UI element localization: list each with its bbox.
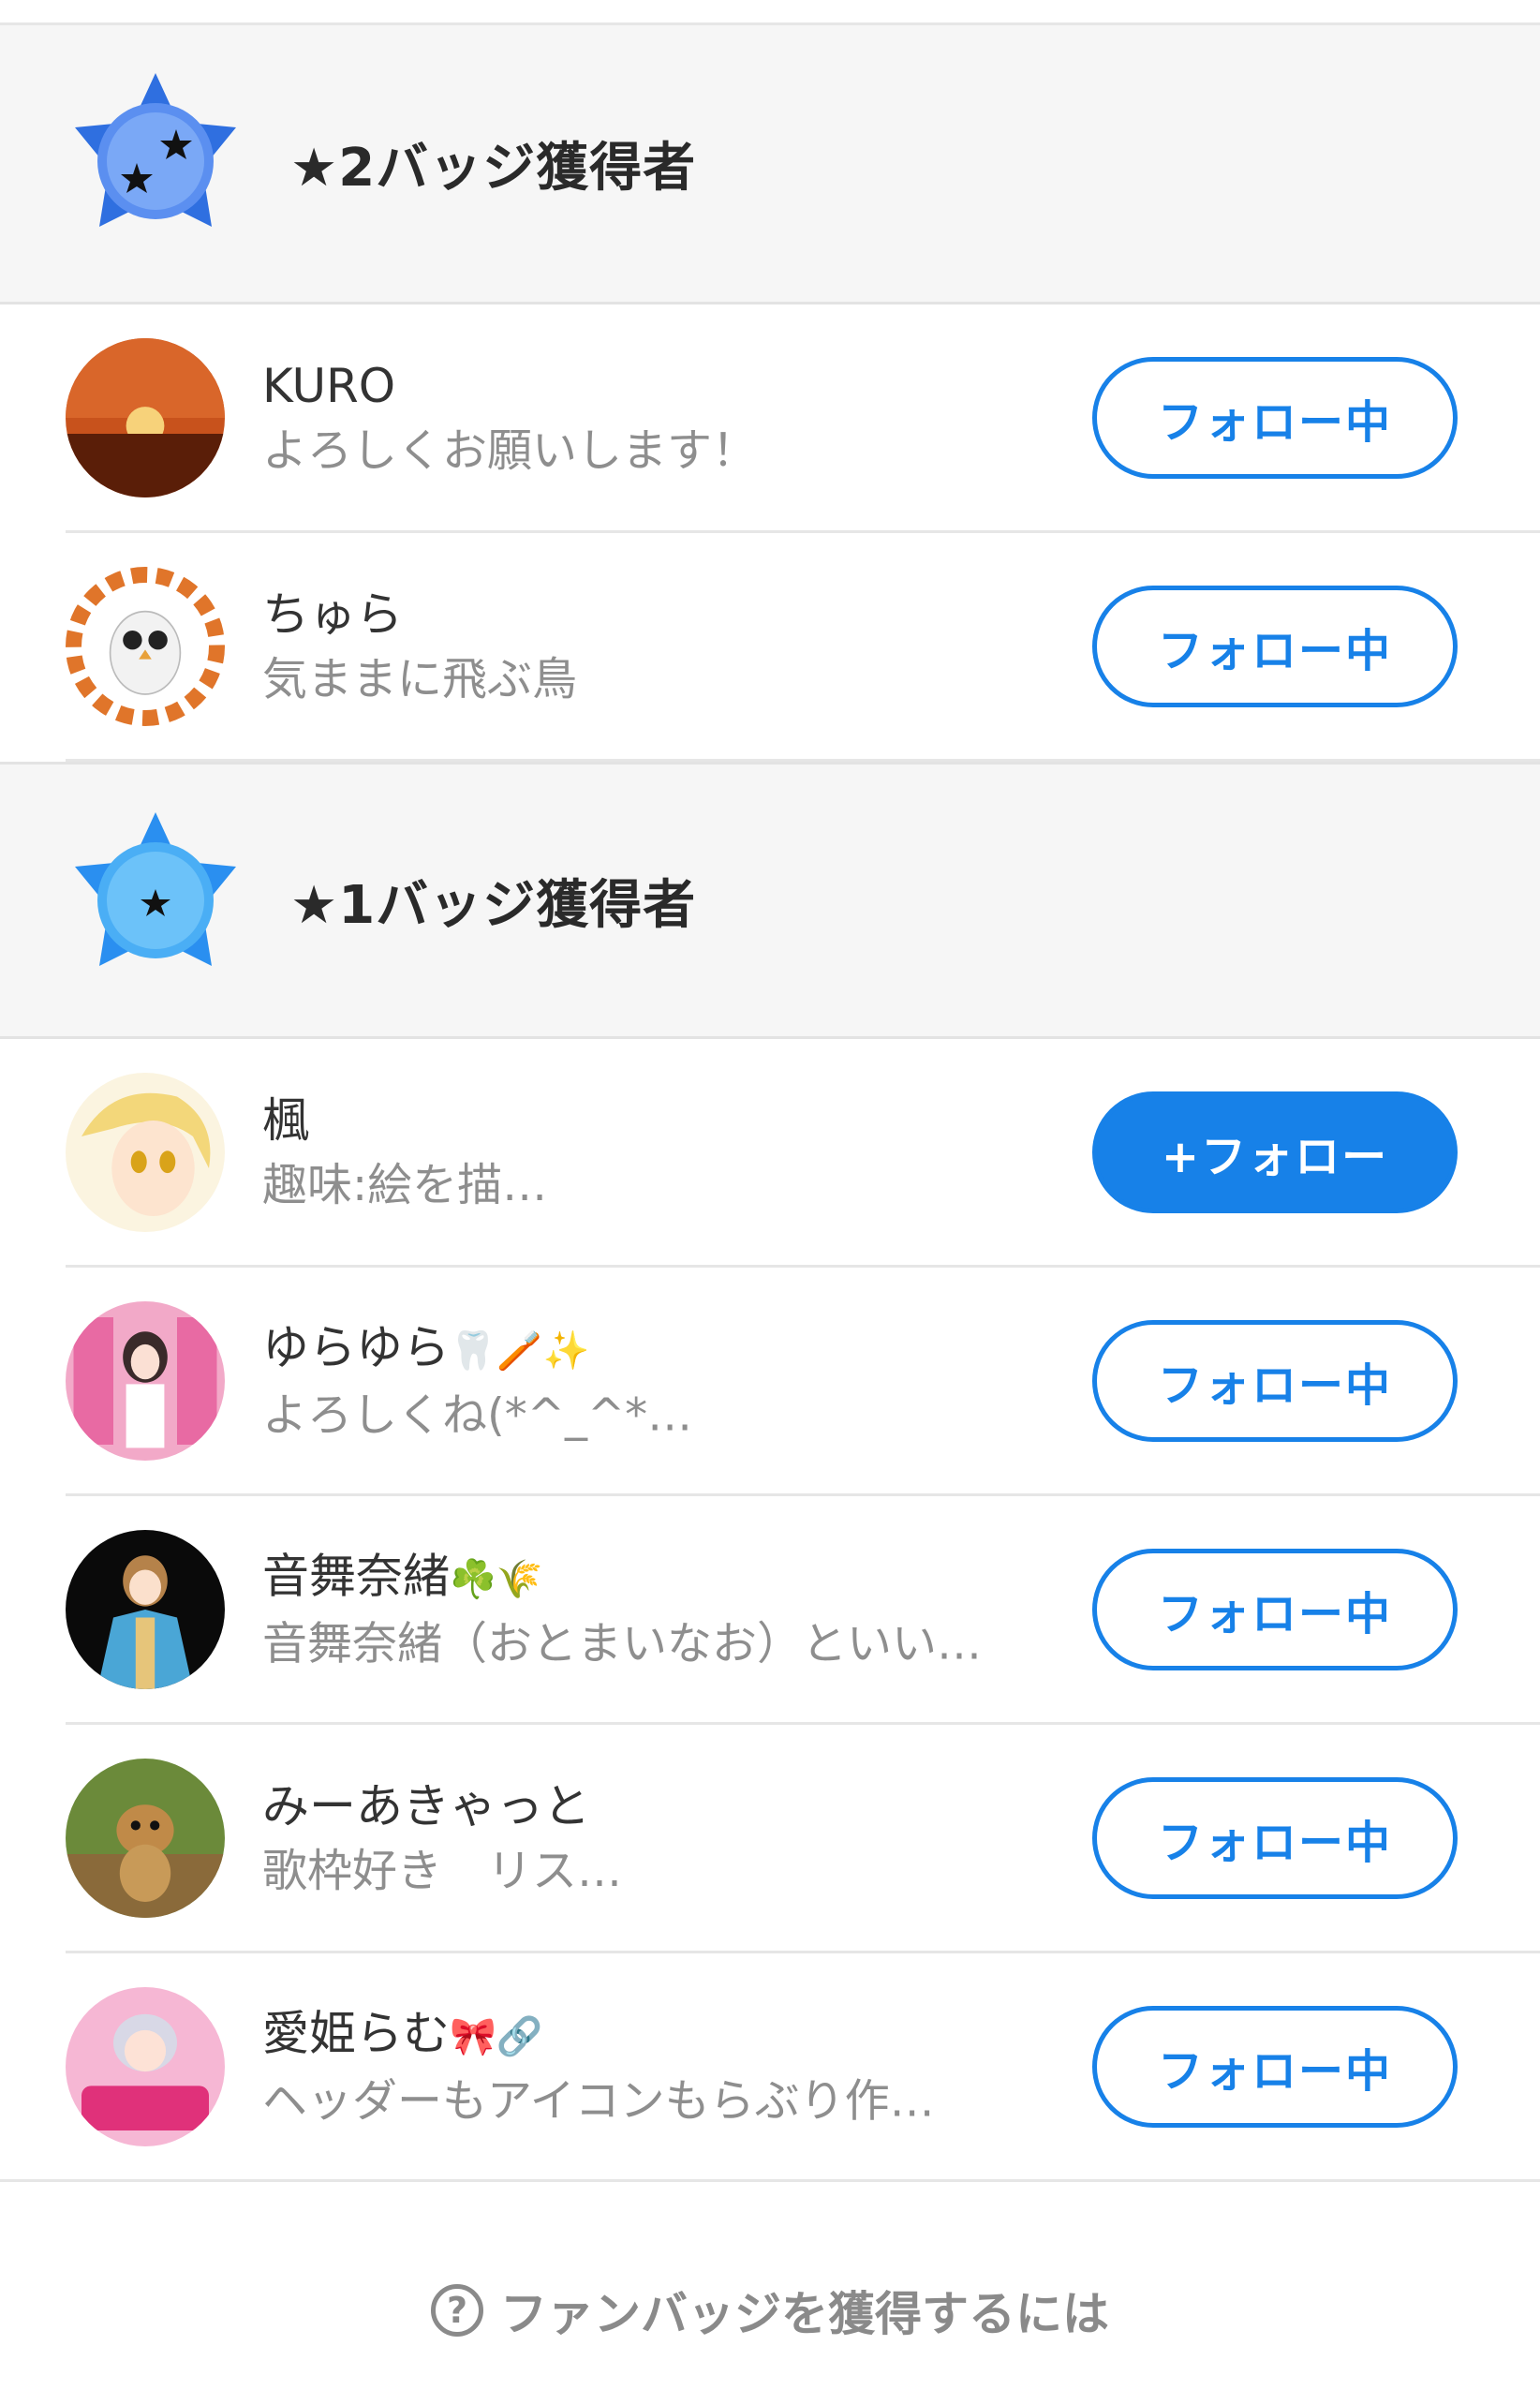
user-avatar[interactable]: [66, 1300, 225, 1461]
user-row[interactable]: 愛姫らむ🎀🔗 ヘッダーもアイコンもらぶり作… フォロー中: [0, 1953, 1540, 2182]
user-avatar[interactable]: [66, 1986, 225, 2146]
user-avatar[interactable]: [66, 1072, 225, 1232]
name-emoji: 🎀🔗: [450, 2014, 543, 2058]
badge-section-header-2star: ★2バッジ獲得者: [0, 25, 1540, 304]
user-bio: 音舞奈緒（おとまいなお）といい…: [262, 1617, 983, 1670]
user-name: 愛姫らむ: [262, 2005, 450, 2060]
user-avatar[interactable]: [66, 1758, 225, 1918]
name-emoji: ☘️🌾: [450, 1557, 543, 1601]
question-circle-icon: ?: [431, 2284, 483, 2337]
top-divider: [0, 0, 1540, 25]
following-button[interactable]: フォロー中: [1092, 356, 1458, 479]
user-name: みーあきゃっと: [262, 1778, 590, 1833]
user-name: 楓: [262, 1092, 309, 1148]
user-avatar[interactable]: [66, 337, 225, 497]
user-name: ちゅら: [262, 586, 403, 642]
user-avatar[interactable]: [66, 1529, 225, 1689]
user-name-wrapper: ゆらゆら🦷🪥✨: [262, 1314, 692, 1384]
following-button[interactable]: フォロー中: [1092, 585, 1458, 707]
user-row[interactable]: 音舞奈緒☘️🌾 音舞奈緒（おとまいなお）といい… フォロー中: [66, 1496, 1540, 1725]
user-name-wrapper: 音舞奈緒☘️🌾: [262, 1543, 982, 1612]
two-star-badge-icon: [75, 73, 236, 227]
user-bio: よろしくお願いします！: [262, 423, 758, 477]
footer-link-text: ファンバッジを獲得するには: [500, 2287, 1109, 2341]
user-bio: 趣味:絵を描…: [262, 1158, 548, 1211]
follow-button[interactable]: +フォロー: [1092, 1091, 1458, 1213]
section-title: ★2バッジ獲得者: [290, 138, 697, 199]
user-row[interactable]: ちゅら 気ままに飛ぶ鳥 フォロー中: [66, 533, 1540, 762]
user-bio: よろしくね(*^_^*…: [262, 1388, 693, 1442]
badge-section-header-1star: ★1バッジ獲得者: [0, 762, 1540, 1039]
following-button[interactable]: フォロー中: [1092, 1776, 1458, 1899]
user-row[interactable]: KURO よろしくお願いします！ フォロー中: [66, 304, 1540, 533]
user-bio: 気ままに飛ぶ鳥: [262, 652, 578, 705]
following-button[interactable]: フォロー中: [1092, 1319, 1458, 1442]
following-button[interactable]: フォロー中: [1092, 1548, 1458, 1670]
user-row[interactable]: 楓 趣味:絵を描… +フォロー: [66, 1039, 1540, 1268]
user-name: ゆらゆら: [262, 1319, 450, 1374]
user-row[interactable]: みーあきゃっと 歌枠好き リス… フォロー中: [66, 1725, 1540, 1953]
one-star-badge-icon: [75, 812, 236, 966]
section-title: ★1バッジ獲得者: [290, 874, 697, 936]
user-avatar[interactable]: [66, 566, 225, 726]
user-name: KURO: [262, 358, 396, 413]
user-name: 音舞奈緒: [262, 1548, 450, 1603]
following-button[interactable]: フォロー中: [1092, 2005, 1458, 2128]
user-row[interactable]: ゆらゆら🦷🪥✨ よろしくね(*^_^*… フォロー中: [66, 1268, 1540, 1496]
how-to-get-fan-badge-link[interactable]: ? ファンバッジを獲得するには: [0, 2277, 1540, 2344]
name-emoji: 🦷🪥✨: [450, 1329, 590, 1373]
user-bio: 歌枠好き リス…: [262, 1844, 623, 1897]
user-bio: ヘッダーもアイコンもらぶり作…: [262, 2074, 935, 2128]
user-name-wrapper: 愛姫らむ🎀🔗: [262, 2000, 935, 2070]
